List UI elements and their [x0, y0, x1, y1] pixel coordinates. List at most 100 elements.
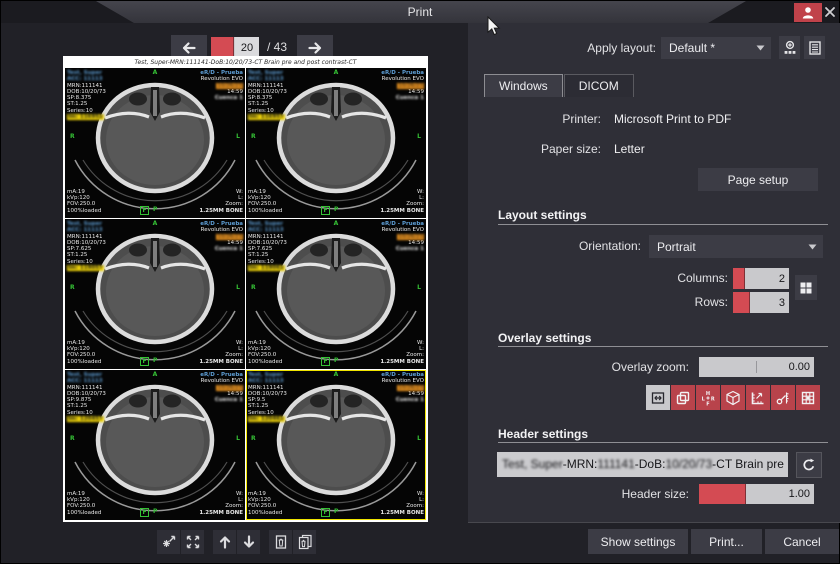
- dob-label: -DoB:: [635, 457, 666, 471]
- preview-cell-2[interactable]: Test, SuperACC: 11113MRN:111141DOB:10/20…: [246, 68, 426, 218]
- cancel-button[interactable]: Cancel: [765, 529, 839, 554]
- orientation-marker: L: [417, 435, 421, 442]
- orientation-markers-toggle[interactable]: HLRF: [696, 385, 720, 410]
- orientation-marker: P: [334, 507, 338, 517]
- tab-windows[interactable]: Windows: [484, 74, 563, 97]
- user-button[interactable]: [794, 3, 822, 22]
- preview-cell-6[interactable]: Test, SuperACC: 11113MRN:111141DOB:10/20…: [246, 370, 426, 520]
- orientation-marker: L: [236, 435, 240, 442]
- preview-toolbar-group: [213, 530, 260, 554]
- overlay-text-block: mA:19kVp:120FOV:250.0100%loaded: [248, 491, 282, 516]
- overlay-zoom-spinner[interactable]: 0.00: [699, 357, 814, 377]
- assign-layout-button[interactable]: [779, 36, 800, 59]
- overlay-zoom-value: 0.00: [789, 357, 810, 377]
- header-text-input[interactable]: Test, Super-MRN:111141-DoB:10/20/73-CT B…: [497, 452, 788, 477]
- overlay-text-block: W:L:Zoom:1.25MM BONE: [380, 340, 424, 365]
- orientation-marker: R: [70, 284, 75, 291]
- apply-layout-value: Default *: [669, 37, 715, 59]
- spinner-fill: [699, 484, 746, 504]
- grid-layout-button[interactable]: [795, 275, 817, 300]
- overlay-text-block: mA:19kVp:120FOV:250.0100%loaded: [248, 340, 282, 365]
- orientation-value: Portrait: [657, 235, 696, 258]
- overlay-text-block: Test, SuperACC: 11113MRN:111141DOB:10/20…: [248, 221, 287, 271]
- fit-to-screen-button[interactable]: [181, 530, 204, 554]
- print-button[interactable]: Print...: [691, 529, 762, 554]
- preview-toolbar-group: [157, 530, 204, 554]
- spinner-fill: [733, 268, 745, 289]
- apply-layout-select[interactable]: Default *: [661, 37, 771, 59]
- reset-header-button[interactable]: [796, 452, 822, 478]
- overlay-stack-toggle[interactable]: [671, 385, 695, 410]
- preview-cell-3[interactable]: Test, SuperACC: 11113MRN:111141DOB:10/20…: [65, 219, 245, 369]
- page-setup-button[interactable]: Page setup: [698, 168, 818, 191]
- arrow-up-icon: [217, 534, 233, 550]
- delete-page-button[interactable]: [269, 530, 292, 554]
- chevron-down-icon: [756, 45, 765, 51]
- spinner-fill: [211, 37, 234, 58]
- overlay-text-block: eR/D - PruebaRevolution EVO10/26/2314:59…: [200, 70, 243, 101]
- user-icon: [800, 5, 816, 21]
- page-total-label: / 43: [267, 37, 287, 58]
- orientation-marker: R: [70, 435, 75, 442]
- print-dialog: Print 20 / 43 Test, Super-MRN:111141-DoB…: [0, 0, 840, 564]
- overlay-text-block: eR/D - PruebaRevolution EVO10/26/2314:59…: [200, 221, 243, 252]
- orientation-marker: A: [334, 69, 339, 76]
- overlay-zoom-label: Overlay zoom:: [612, 360, 689, 374]
- ruler-icon: [750, 390, 766, 406]
- preview-cell-4[interactable]: Test, SuperACC: 11113MRN:111141DOB:10/20…: [246, 219, 426, 369]
- spinner-tick: [756, 361, 757, 373]
- header-settings-title: Header settings: [498, 427, 588, 441]
- orientation-marker: A: [153, 69, 158, 76]
- titlebar: Print: [1, 1, 839, 23]
- header-size-label: Header size:: [622, 487, 689, 501]
- patient-name: Test, Super: [502, 457, 563, 471]
- ruler-toggle[interactable]: [746, 385, 770, 410]
- overlay-text-block: mA:19kVp:120FOV:250.0100%loaded: [67, 491, 101, 516]
- orientation-marker: F: [140, 357, 149, 366]
- rows-spinner[interactable]: 3: [733, 292, 789, 313]
- settings-panel: Apply layout: Default * WindowsDICOM Pri…: [468, 23, 840, 523]
- preview-cell-5[interactable]: Test, SuperACC: 11113MRN:111141DOB:10/20…: [65, 370, 245, 520]
- overlay-text-block: Test, SuperACC: 11113MRN:111141DOB:10/20…: [248, 372, 287, 422]
- close-button[interactable]: [823, 5, 836, 19]
- show-settings-button[interactable]: Show settings: [588, 529, 688, 554]
- dob-value: 10/20/73: [665, 457, 712, 471]
- overlay-text-block: Test, SuperACC: 11113MRN:111141DOB:10/20…: [67, 372, 106, 422]
- measurements-toggle[interactable]: [771, 385, 795, 410]
- overlay-scale-toggle[interactable]: [646, 385, 670, 410]
- move-page-up-button[interactable]: [213, 530, 236, 554]
- layout-list-icon: [807, 40, 823, 56]
- paper-size-value: Letter: [614, 142, 645, 156]
- section-divider: [498, 346, 828, 347]
- orientation-letters-icon: HLRF: [700, 390, 716, 406]
- page-number-spinner[interactable]: 20: [211, 37, 259, 58]
- chevron-down-icon: [808, 244, 817, 250]
- orientation-marker: F: [321, 508, 330, 517]
- overlay-text-block: W:L:Zoom:1.25MM BONE: [380, 189, 424, 214]
- overlay-text-block: Test, SuperACC: 11113MRN:111141DOB:10/20…: [67, 221, 106, 271]
- measurement-icon: [775, 390, 791, 406]
- overlay-text-block: W:L:Zoom:1.25MM BONE: [199, 340, 243, 365]
- orientation-select[interactable]: Portrait: [649, 235, 823, 258]
- orientation-cube-toggle[interactable]: [721, 385, 745, 410]
- columns-value: 2: [779, 268, 785, 289]
- svg-text:F: F: [706, 401, 709, 406]
- columns-spinner[interactable]: 2: [733, 268, 789, 289]
- overlay-text-block: mA:19kVp:120FOV:250.0100%loaded: [67, 340, 101, 365]
- overlay-text-block: eR/D - PruebaRevolution EVO10/26/2314:59…: [381, 70, 424, 101]
- orientation-marker: P: [334, 205, 338, 215]
- columns-label: Columns:: [677, 271, 728, 285]
- move-page-down-button[interactable]: [237, 530, 260, 554]
- delete-all-pages-button[interactable]: [293, 530, 316, 554]
- layout-list-button[interactable]: [804, 36, 825, 59]
- delete-all-pages-icon: [297, 534, 313, 550]
- auto-window-button[interactable]: [157, 530, 180, 554]
- grid-overlay-toggle[interactable]: [796, 385, 820, 410]
- rows-value: 3: [779, 292, 785, 313]
- section-divider: [498, 224, 828, 225]
- preview-cell-1[interactable]: Test, SuperACC: 11113MRN:111141DOB:10/20…: [65, 68, 245, 218]
- overlay-text-block: W:L:Zoom:1.25MM BONE: [199, 491, 243, 516]
- tab-dicom[interactable]: DICOM: [564, 74, 634, 97]
- rows-label: Rows:: [695, 295, 728, 309]
- header-size-spinner[interactable]: 1.00: [699, 484, 814, 504]
